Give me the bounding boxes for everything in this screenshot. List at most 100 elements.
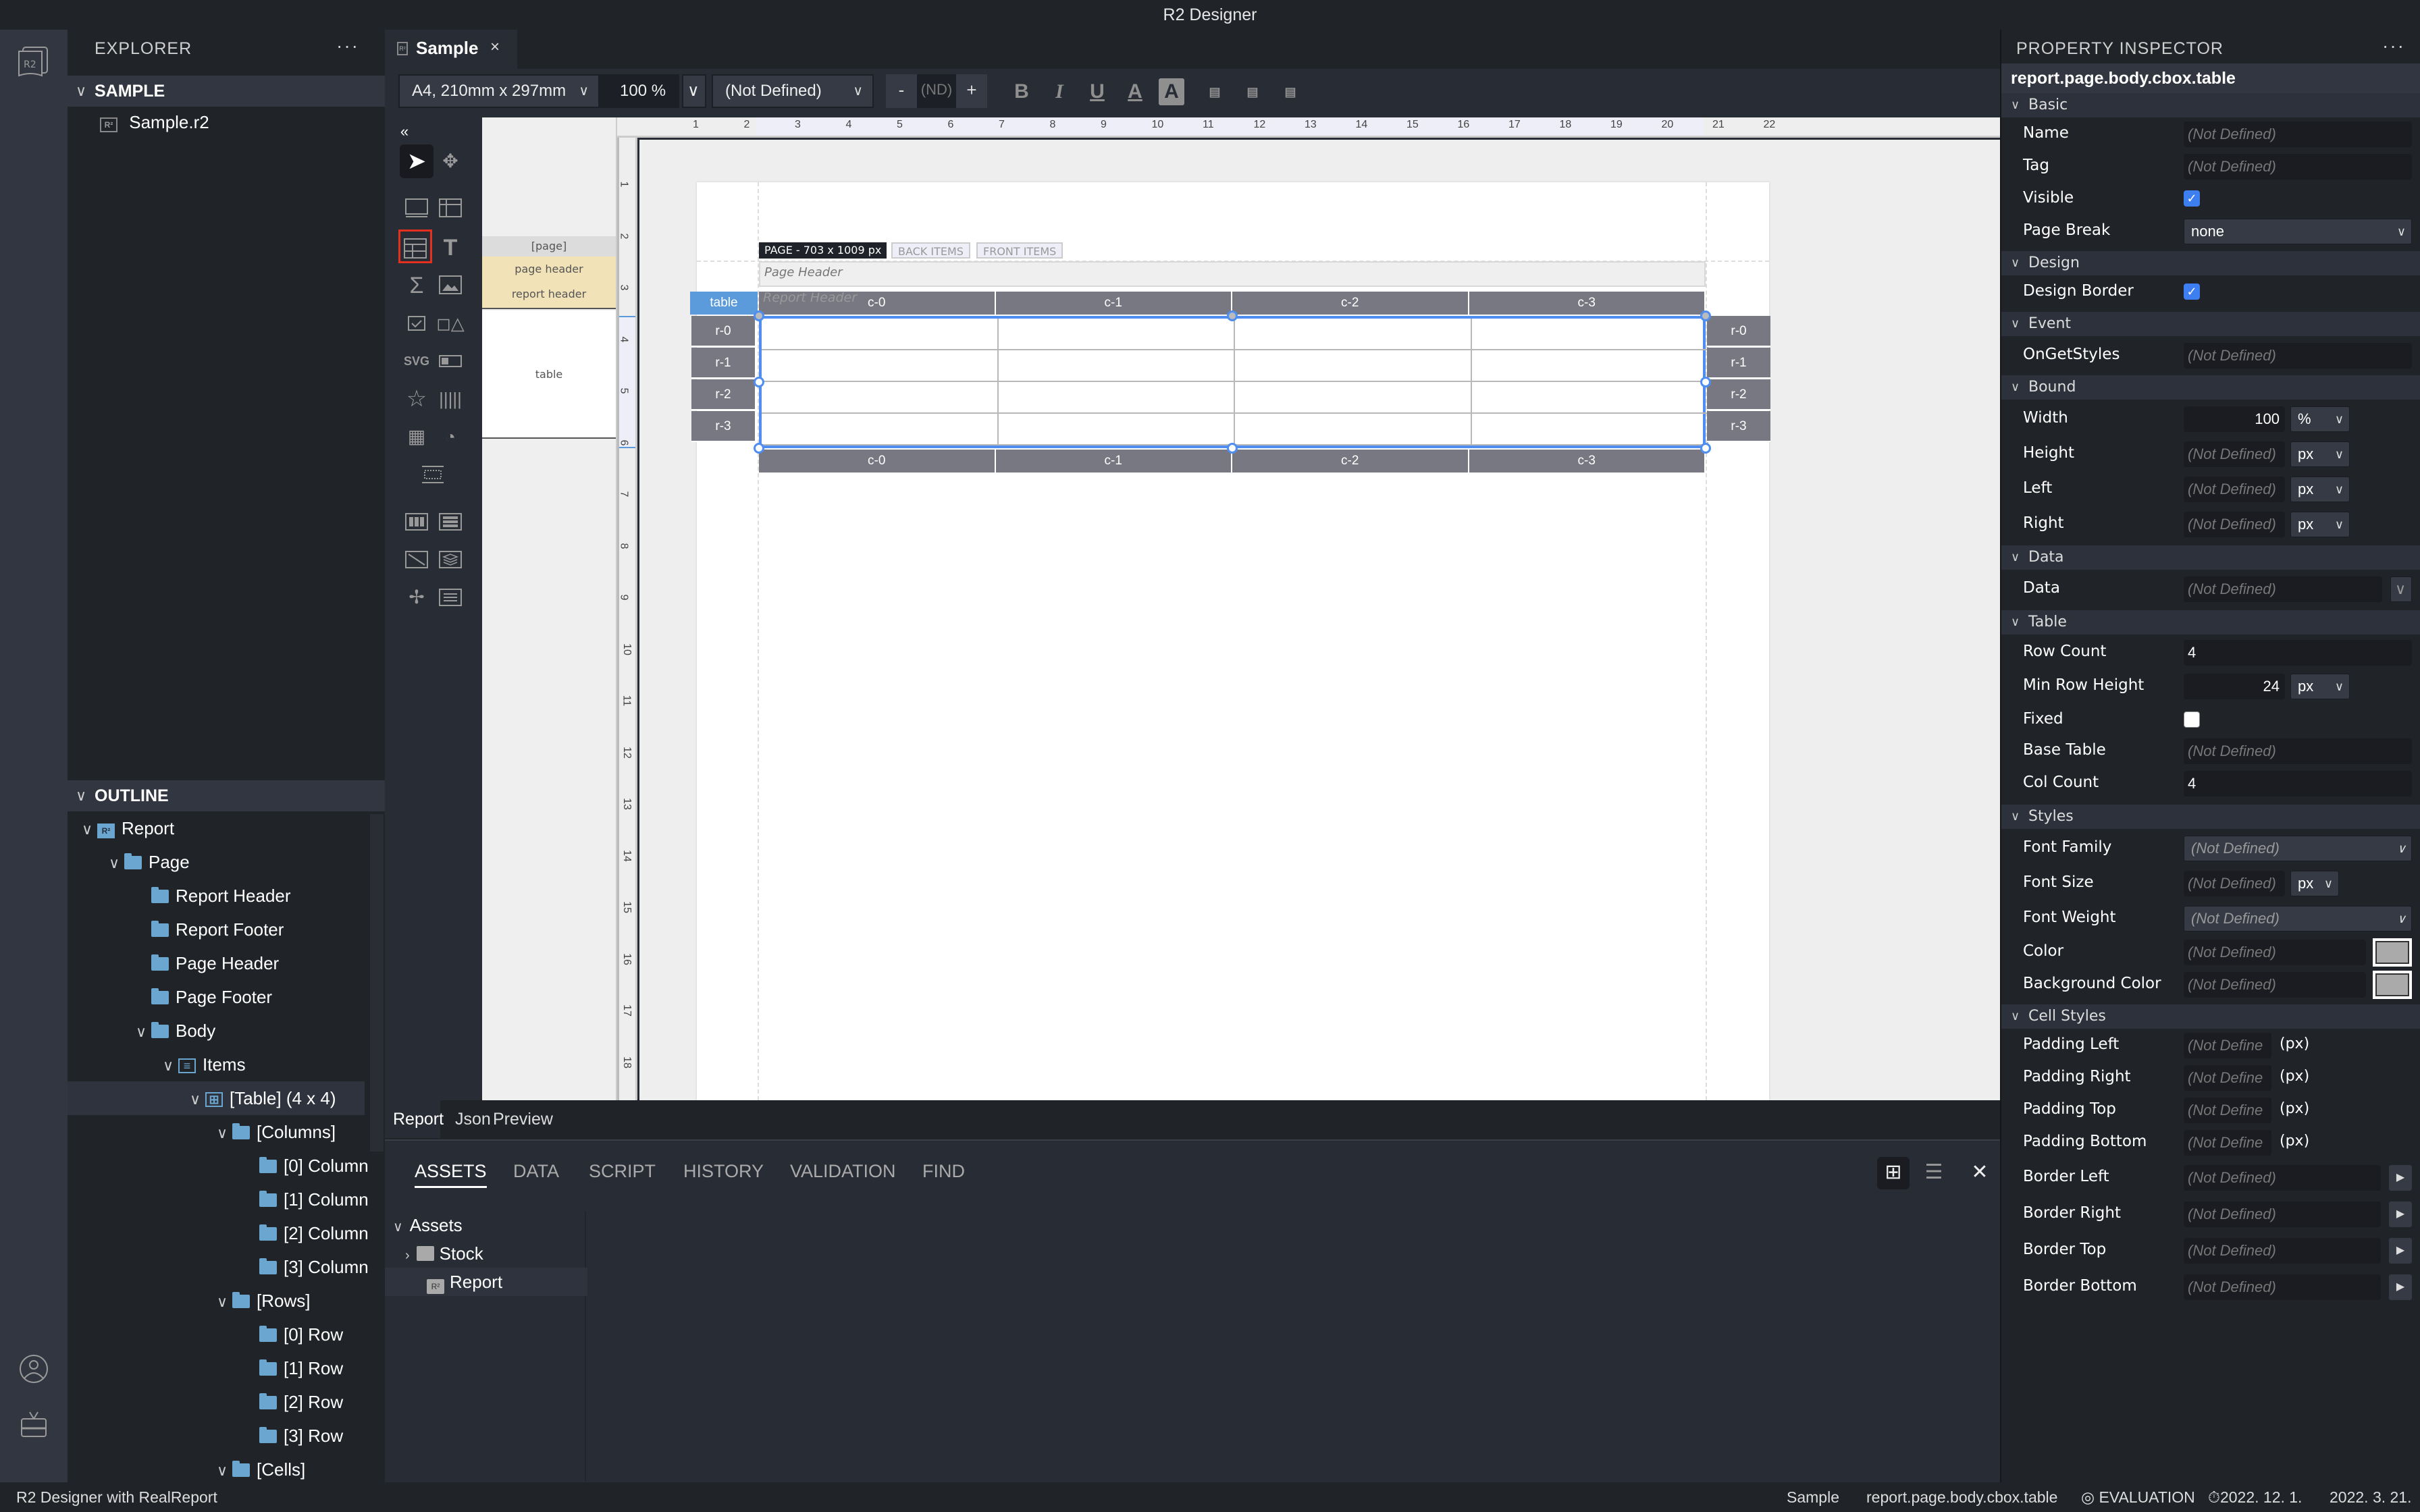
column-header-bottom[interactable]: c-0 (759, 450, 996, 473)
tab-sample[interactable]: R² Sample × (385, 30, 517, 69)
color-input[interactable]: (Not Defined) (2184, 940, 2366, 965)
outline-item[interactable]: ∨ [Columns] (68, 1115, 365, 1149)
group-design[interactable]: ∨ Design (2001, 251, 2420, 275)
group-cell-styles[interactable]: ∨ Cell Styles (2001, 1004, 2420, 1029)
band-icon[interactable] (400, 192, 433, 225)
table-cell[interactable] (762, 350, 999, 382)
font-size-unit-select[interactable]: px ∨ (2290, 871, 2339, 896)
zoom-input[interactable]: 100 % (600, 74, 679, 108)
table-cell[interactable] (998, 350, 1235, 382)
outline-item[interactable]: ∨ ⊞ [Table] (4 x 4) (68, 1081, 365, 1115)
visible-checkbox[interactable]: ✓ (2184, 190, 2200, 207)
resize-handle[interactable] (1700, 443, 1711, 454)
tab-data[interactable]: DATA (513, 1154, 559, 1188)
chart-tool-icon[interactable]: ◔ (433, 420, 467, 454)
border-top-input[interactable]: (Not Defined) (2184, 1238, 2381, 1264)
tab-report[interactable]: Report (385, 1100, 444, 1138)
account-icon[interactable] (16, 1351, 51, 1386)
band-page-header[interactable]: page header (482, 256, 616, 282)
align-right-icon[interactable]: ▤ (1278, 78, 1303, 105)
resize-handle[interactable] (1700, 310, 1711, 321)
right-unit-select[interactable]: px ∨ (2290, 512, 2350, 537)
front-items-button[interactable]: FRONT ITEMS (976, 242, 1063, 259)
border-bottom-input[interactable]: (Not Defined) (2184, 1274, 2381, 1300)
table-cell[interactable] (1235, 319, 1472, 350)
font-size-decrease-button[interactable]: - (886, 74, 917, 108)
height-unit-select[interactable]: px ∨ (2290, 441, 2350, 467)
table-cell[interactable] (998, 319, 1235, 350)
resize-handle[interactable] (754, 310, 764, 321)
page-size-select[interactable]: A4, 210mm x 297mm ∨ (398, 74, 600, 108)
background-color-swatch[interactable] (2373, 971, 2412, 999)
background-color-button[interactable]: A (1159, 78, 1184, 105)
outline-item[interactable]: ∨ [Rows] (68, 1284, 365, 1318)
shape-tool-icon[interactable]: ◻△ (433, 306, 467, 340)
outline-item[interactable]: [3] Row (68, 1419, 365, 1453)
font-weight-select[interactable]: (Not Defined) ∨ (2184, 906, 2412, 932)
resize-handle[interactable] (754, 377, 764, 387)
outline-item[interactable]: Report Header (68, 879, 365, 913)
outline-item[interactable]: ∨ ≡ Items (68, 1048, 365, 1081)
on-get-styles-input[interactable]: (Not Defined) (2184, 343, 2412, 369)
explorer-more-button[interactable]: ··· (336, 35, 359, 57)
name-input[interactable]: (Not Defined) (2184, 122, 2412, 147)
assets-root[interactable]: ∨ Assets (385, 1211, 587, 1239)
chevron-down-icon[interactable]: ∨ (77, 813, 97, 846)
qrcode-tool-icon[interactable]: ▦ (400, 420, 433, 454)
grid-view-icon[interactable]: ⊞ (1877, 1157, 1910, 1189)
table-cell[interactable] (1471, 414, 1708, 446)
design-border-checkbox[interactable]: ✓ (2184, 284, 2200, 300)
outline-scrollbar[interactable] (370, 814, 384, 1152)
table-tool-icon[interactable] (398, 230, 432, 263)
outline-item[interactable]: Page Footer (68, 980, 365, 1014)
column-header-top[interactable]: c-2 (1232, 292, 1469, 315)
status-document[interactable]: Sample (1787, 1482, 1839, 1512)
star-tool-icon[interactable]: ☆ (400, 382, 433, 416)
row-header-right[interactable]: r-0 (1707, 316, 1770, 347)
row-header-right[interactable]: r-2 (1707, 379, 1770, 410)
inspector-more-button[interactable]: ··· (2382, 35, 2405, 57)
min-row-height-input[interactable]: 24 (2184, 674, 2285, 699)
expand-border-bottom-button[interactable]: ▶ (2389, 1274, 2412, 1300)
row-header-right[interactable]: r-1 (1707, 348, 1770, 379)
outline-item[interactable]: Report Footer (68, 913, 365, 946)
table-cell[interactable] (1471, 382, 1708, 414)
row-header-left[interactable]: r-1 (691, 348, 755, 379)
list-view-icon[interactable]: ☰ (1918, 1157, 1950, 1189)
vertical-box-icon[interactable] (433, 505, 467, 539)
table-cell[interactable] (1471, 350, 1708, 382)
outline-item[interactable]: [0] Column (68, 1149, 369, 1183)
chevron-down-icon[interactable]: ∨ (212, 1116, 232, 1150)
close-tab-icon[interactable]: × (490, 38, 500, 57)
table-band-icon[interactable] (433, 192, 467, 225)
tag-input[interactable]: (Not Defined) (2184, 154, 2412, 180)
close-panel-icon[interactable]: ✕ (1965, 1157, 1995, 1189)
tab-preview[interactable]: Preview (485, 1100, 561, 1138)
data-dropdown-button[interactable]: ∨ (2390, 576, 2412, 602)
list-tool-icon[interactable] (433, 580, 467, 614)
tab-history[interactable]: HISTORY (683, 1154, 764, 1188)
row-header-left[interactable]: r-3 (691, 411, 755, 442)
text-tool-icon[interactable]: T (433, 231, 467, 265)
row-header-right[interactable]: r-3 (1707, 411, 1770, 442)
group-basic[interactable]: ∨ Basic (2001, 93, 2420, 117)
font-family-select[interactable]: (Not Defined) ∨ (712, 74, 874, 108)
left-input[interactable]: (Not Defined) (2184, 477, 2285, 502)
outline-item[interactable]: ∨ [Cells] (68, 1453, 365, 1486)
band-page[interactable]: [page] (482, 236, 616, 256)
min-row-height-unit-select[interactable]: px ∨ (2290, 674, 2350, 699)
column-header-top[interactable]: c-1 (995, 292, 1232, 315)
table-cell[interactable] (762, 382, 999, 414)
right-input[interactable]: (Not Defined) (2184, 512, 2285, 537)
svg-tool-icon[interactable]: SVG (400, 344, 433, 378)
back-items-button[interactable]: BACK ITEMS (891, 242, 970, 259)
resize-handle[interactable] (1227, 310, 1238, 321)
image-tool-icon[interactable] (433, 269, 467, 302)
outline-item[interactable]: ∨ R² Report (68, 811, 365, 845)
group-data[interactable]: ∨ Data (2001, 545, 2420, 570)
tab-script[interactable]: SCRIPT (589, 1154, 656, 1188)
chevron-down-icon[interactable]: ∨ (212, 1285, 232, 1319)
progress-tool-icon[interactable] (433, 344, 467, 378)
chevron-down-icon[interactable]: ∨ (104, 846, 124, 880)
checkbox-tool-icon[interactable] (400, 306, 433, 340)
